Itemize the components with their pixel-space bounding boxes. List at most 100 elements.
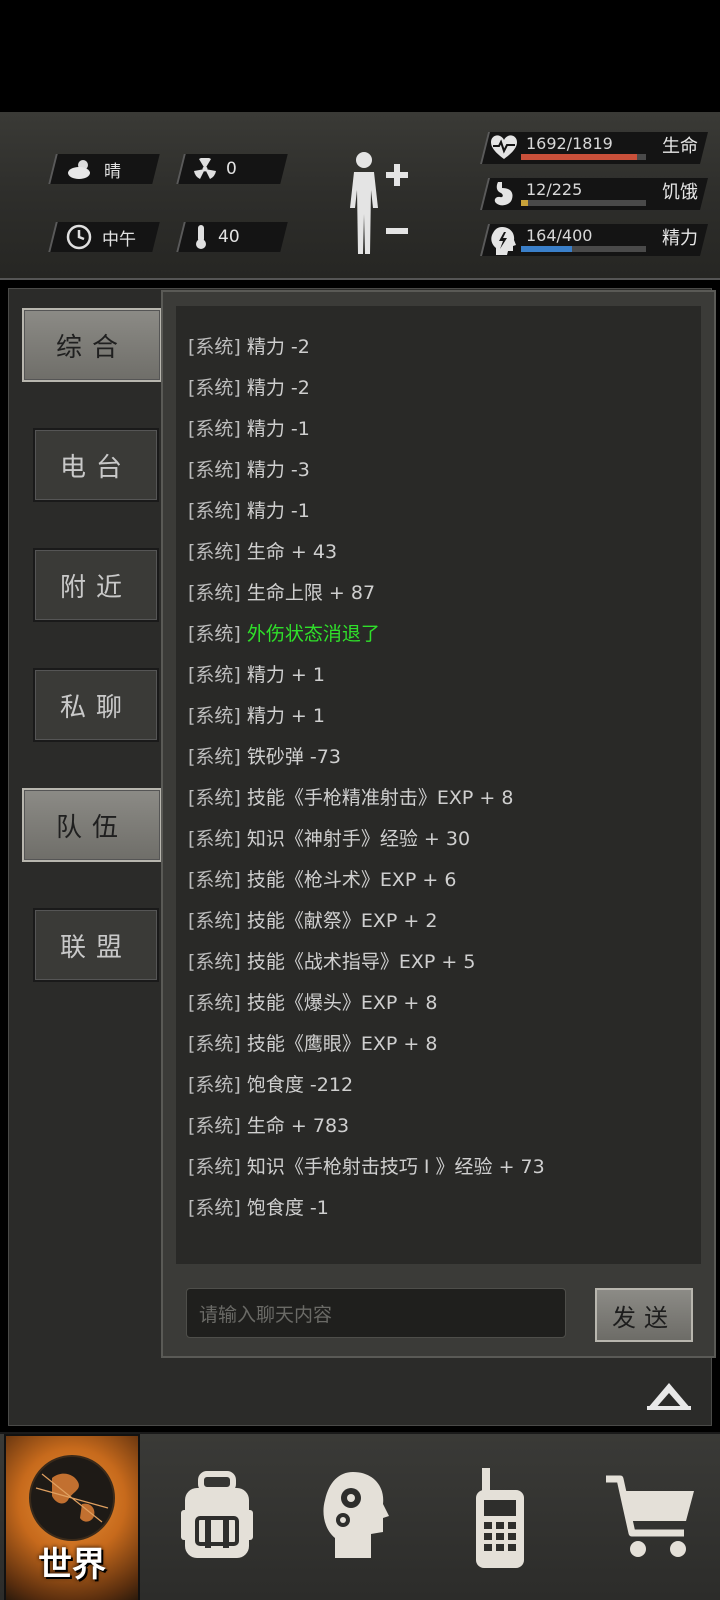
hunger-label: 饥饿	[662, 182, 698, 203]
chat-message-text: 精力 + 1	[246, 664, 325, 686]
chat-input-placeholder: 请输入聊天内容	[199, 1303, 333, 1326]
chat-message-text: 饱食度 -1	[246, 1197, 329, 1219]
nav-radio[interactable]	[468, 1434, 532, 1600]
chat-message-text: 精力 + 1	[246, 705, 325, 727]
health-row: 1692/1819 生命	[0, 132, 720, 166]
shopping-cart-icon	[606, 1475, 694, 1557]
chat-message-tag: [系统]	[188, 705, 241, 727]
chat-message: [系统] 知识《神射手》经验 + 30	[188, 824, 470, 851]
chat-message-text: 饱食度 -212	[246, 1074, 354, 1096]
chat-message: [系统] 技能《枪斗术》EXP + 6	[188, 865, 456, 892]
collapse-chevron-icon[interactable]	[644, 1378, 694, 1412]
chat-log[interactable]: [系统] 精力 -2 [系统] 精力 -2 [系统] 精力 -1 [系统] 精力 -3…	[176, 306, 701, 1264]
chat-message: [系统] 精力 + 1	[188, 660, 325, 687]
chat-message-text: 技能《爆头》EXP + 8	[246, 992, 438, 1014]
chat-message-text: 外伤状态消退了	[246, 623, 380, 645]
chat-message-tag: [系统]	[188, 828, 241, 850]
chat-message: [系统] 精力 -2	[188, 332, 310, 359]
chat-message-tag: [系统]	[188, 1033, 241, 1055]
chat-message: [系统] 精力 -1	[188, 496, 310, 523]
chat-message-tag: [系统]	[188, 623, 241, 645]
head-gears-icon	[323, 1472, 389, 1558]
health-value: 1692/1819	[526, 134, 613, 153]
chat-message-text: 技能《鹰眼》EXP + 8	[246, 1033, 438, 1055]
chat-message: [系统] 技能《爆头》EXP + 8	[188, 988, 437, 1015]
health-bar	[521, 154, 646, 160]
chat-message-text: 知识《神射手》经验 + 30	[246, 828, 471, 850]
chat-message-tag: [系统]	[188, 418, 241, 440]
tab-nearby[interactable]: 附近	[33, 548, 159, 622]
chat-message: [系统] 饱食度 -1	[188, 1193, 329, 1220]
nav-shop[interactable]	[604, 1434, 700, 1600]
chat-message-text: 精力 -2	[246, 377, 310, 399]
chat-message-text: 精力 -1	[246, 418, 310, 440]
chat-message-text: 技能《手枪精准射击》EXP + 8	[246, 787, 514, 809]
chat-message-tag: [系统]	[188, 377, 241, 399]
chat-message-text: 知识《手枪射击技巧 I 》经验 + 73	[246, 1156, 545, 1178]
bottom-nav: 世界	[0, 1432, 720, 1600]
chat-message: [系统] 精力 -1	[188, 414, 310, 441]
chat-message-tag: [系统]	[188, 1115, 241, 1137]
chat-message: [系统] 精力 + 1	[188, 701, 325, 728]
walkie-talkie-icon	[476, 1468, 524, 1568]
chat-message-tag: [系统]	[188, 746, 241, 768]
stomach-icon	[494, 182, 513, 206]
energy-bar	[521, 246, 646, 252]
chat-message-tag: [系统]	[188, 582, 241, 604]
chat-panel: [系统] 精力 -2 [系统] 精力 -2 [系统] 精力 -1 [系统] 精力 -3…	[161, 290, 716, 1358]
chat-message-text: 技能《战术指导》EXP + 5	[246, 951, 476, 973]
chat-message: [系统] 知识《手枪射击技巧 I 》经验 + 73	[188, 1152, 545, 1179]
chat-message-tag: [系统]	[188, 459, 241, 481]
nav-world[interactable]: 世界	[4, 1434, 140, 1600]
chat-message: [系统] 铁砂弹 -73	[188, 742, 341, 769]
chat-message-tag: [系统]	[188, 541, 241, 563]
chat-message-tag: [系统]	[188, 664, 241, 686]
chat-message-tag: [系统]	[188, 336, 241, 358]
chat-message-text: 铁砂弹 -73	[246, 746, 341, 768]
backpack-icon	[181, 1471, 253, 1558]
chat-message: [系统] 生命 + 43	[188, 537, 337, 564]
chat-message-tag: [系统]	[188, 1156, 241, 1178]
chat-message-text: 精力 -3	[246, 459, 310, 481]
chat-message-tag: [系统]	[188, 1197, 241, 1219]
globe-icon	[29, 1455, 115, 1541]
chat-message-text: 生命 + 43	[246, 541, 338, 563]
head-energy-icon	[491, 227, 516, 255]
energy-value: 164/400	[526, 226, 593, 245]
chat-message: [系统] 外伤状态消退了	[188, 619, 380, 646]
hunger-value: 12/225	[526, 180, 583, 199]
hunger-bar	[521, 200, 646, 206]
chat-message-text: 技能《枪斗术》EXP + 6	[246, 869, 457, 891]
chat-input[interactable]: 请输入聊天内容	[186, 1288, 566, 1338]
chat-message-text: 精力 -2	[246, 336, 310, 358]
send-button[interactable]: 发送	[595, 1288, 693, 1342]
hunger-row: 12/225 饥饿	[0, 178, 720, 212]
nav-world-label: 世界	[38, 1545, 106, 1585]
chat-message: [系统] 精力 -3	[188, 455, 310, 482]
chat-message: [系统] 技能《献祭》EXP + 2	[188, 906, 437, 933]
energy-row: 164/400 精力	[0, 224, 720, 258]
chat-message-tag: [系统]	[188, 910, 241, 932]
chat-message: [系统] 生命上限 + 87	[188, 578, 375, 605]
chat-message-text: 精力 -1	[246, 500, 310, 522]
chat-message-tag: [系统]	[188, 1074, 241, 1096]
chat-message-text: 生命上限 + 87	[246, 582, 376, 604]
tab-team[interactable]: 队伍	[22, 788, 162, 862]
nav-skills[interactable]	[316, 1434, 396, 1600]
tab-private[interactable]: 私聊	[33, 668, 159, 742]
chat-message: [系统] 技能《手枪精准射击》EXP + 8	[188, 783, 513, 810]
chat-message: [系统] 技能《战术指导》EXP + 5	[188, 947, 475, 974]
status-area: 晴 0 中午 40 1692/1819 生命 12/225 饥饿 164/400…	[0, 112, 720, 280]
chat-message: [系统] 技能《鹰眼》EXP + 8	[188, 1029, 437, 1056]
nav-backpack[interactable]	[172, 1434, 262, 1600]
tab-general[interactable]: 综合	[22, 308, 162, 382]
chat-message-tag: [系统]	[188, 951, 241, 973]
chat-message: [系统] 生命 + 783	[188, 1111, 349, 1138]
chat-message-text: 技能《献祭》EXP + 2	[246, 910, 438, 932]
chat-message-text: 生命 + 783	[246, 1115, 350, 1137]
energy-label: 精力	[662, 228, 698, 249]
tab-alliance[interactable]: 联盟	[33, 908, 159, 982]
heart-pulse-icon	[491, 135, 517, 159]
tab-radio[interactable]: 电台	[33, 428, 159, 502]
health-label: 生命	[662, 136, 698, 157]
